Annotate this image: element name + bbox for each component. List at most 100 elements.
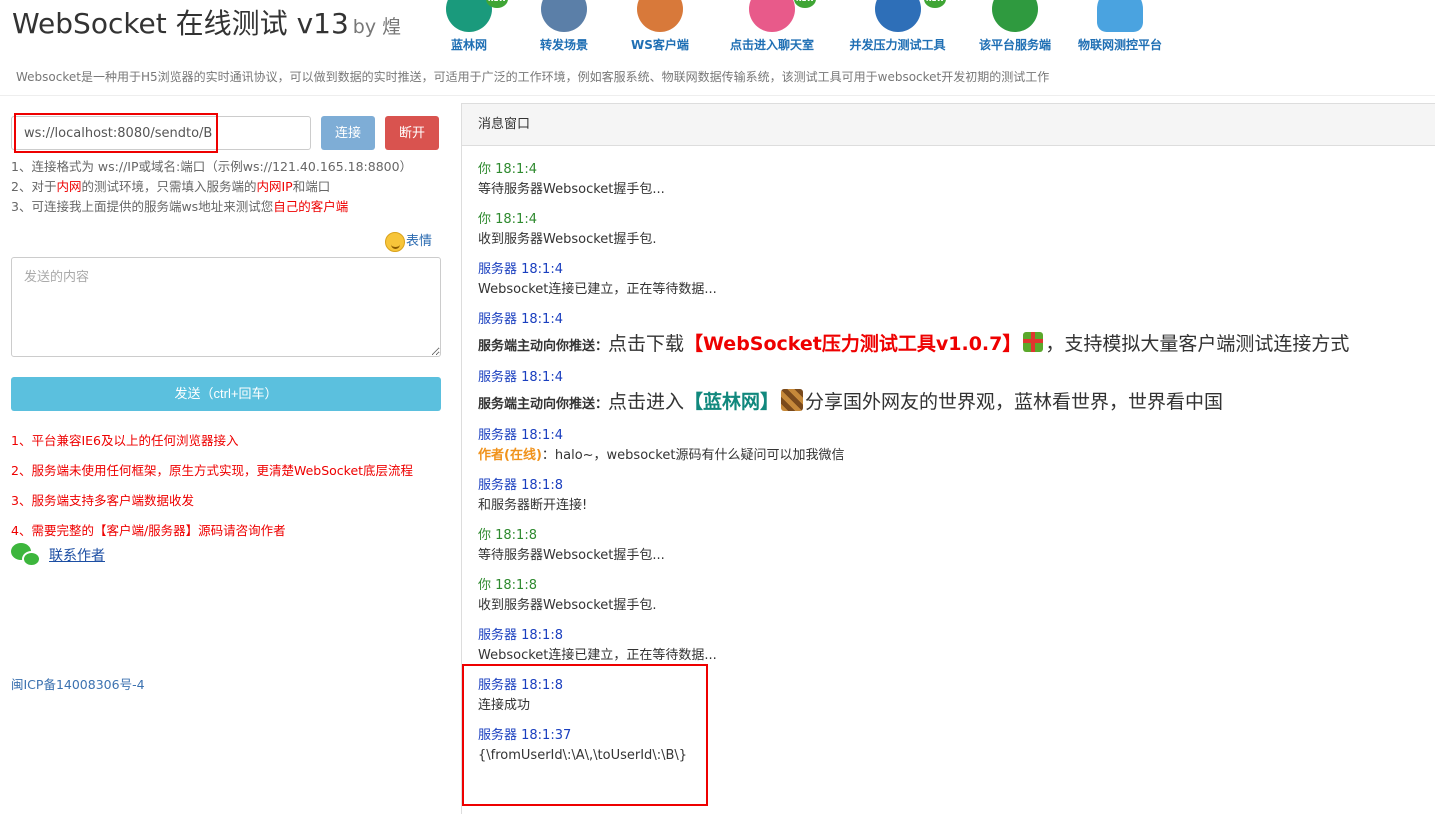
chat-user-icon: [749, 0, 795, 32]
message-panel: 消息窗口 你 18:1:4 等待服务器Websocket握手包... 你 18:…: [461, 103, 1435, 814]
message-item: 你 18:1:4 等待服务器Websocket握手包...: [478, 160, 1428, 210]
feature-notices: 1、平台兼容IE6及以上的任何浏览器接入 2、服务端未使用任何框架，原生方式实现…: [11, 426, 413, 546]
message-text: 服务端主动向你推送：点击进入【蓝林网】 分享国外网友的世界观，蓝林看世界，世界看中…: [478, 388, 1428, 419]
message-item: 服务器 18:1:37 {\fromUserId\:\A\,\toUserId\…: [478, 726, 1428, 776]
notice-item: 4、需要完整的【客户端/服务器】源码请咨询作者: [11, 523, 286, 538]
message-sender: 服务器 18:1:8: [478, 478, 563, 493]
message-sender: 服务器 18:1:4: [478, 312, 563, 327]
title-author: by 煌: [352, 16, 402, 38]
cloud-icon: [1097, 0, 1143, 32]
nav-chatroom[interactable]: NEW 点击进入聊天室: [722, 0, 822, 56]
message-sender: 服务器 18:1:4: [478, 262, 563, 277]
message-item: 服务器 18:1:4 作者(在线)：halo~，websocket源码有什么疑问…: [478, 426, 1428, 476]
globe-icon: [446, 0, 492, 32]
message-text: Websocket连接已建立，正在等待数据...: [478, 648, 717, 663]
push-text: 点击进入: [608, 391, 685, 413]
new-badge: NEW: [924, 0, 946, 8]
tip-text: 和端口: [292, 179, 331, 194]
emoji-label: 表情: [406, 234, 433, 249]
message-item: 服务器 18:1:8 连接成功: [478, 676, 1428, 726]
author-tag: 作者(在线): [478, 448, 542, 463]
tip-text: 2、对于: [11, 179, 57, 194]
message-text: 作者(在线)：halo~，websocket源码有什么疑问可以加我微信: [478, 446, 1428, 466]
tip-text: 的测试环境，只需填入服务端的: [81, 179, 257, 194]
send-button[interactable]: 发送（ctrl+回车）: [11, 377, 441, 411]
new-badge: NEW: [794, 0, 816, 8]
people-icon: [781, 389, 804, 411]
message-text: 等待服务器Websocket握手包...: [478, 548, 665, 563]
push-label: 服务端主动向你推送：: [478, 339, 609, 354]
download-tool-link[interactable]: 【WebSocket压力测试工具v1.0.7】: [684, 333, 1021, 355]
earth-icon: [992, 0, 1038, 32]
websocket-url-input[interactable]: [11, 116, 311, 150]
nav-label: 该平台服务端: [978, 38, 1052, 52]
contact-author-link[interactable]: 联系作者: [49, 548, 105, 564]
message-sender: 服务器 18:1:4: [478, 428, 563, 443]
connect-button[interactable]: 连接: [321, 116, 375, 150]
panel-title: 消息窗口: [462, 104, 1435, 146]
tip-highlight: 内网: [56, 179, 82, 194]
connection-tips: 1、连接格式为 ws://IP或域名:端口（示例ws://121.40.165.…: [11, 157, 412, 217]
nav-label: WS客户端: [631, 38, 689, 52]
message-text: 服务端主动向你推送：点击下载【WebSocket压力测试工具v1.0.7】 ，支持…: [478, 330, 1428, 361]
nav-label: 物联网测控平台: [1077, 38, 1163, 52]
message-list[interactable]: 你 18:1:4 等待服务器Websocket握手包... 你 18:1:4 收…: [478, 160, 1428, 776]
author-text: ：halo~，websocket源码有什么疑问可以加我微信: [541, 448, 845, 463]
speaker-icon: [637, 0, 683, 32]
nav-forward-scene[interactable]: 转发场景: [525, 0, 603, 56]
notice-item: 1、平台兼容IE6及以上的任何浏览器接入: [11, 433, 239, 448]
contact-author: 联系作者: [11, 543, 105, 569]
message-item: 服务器 18:1:8 Websocket连接已建立，正在等待数据...: [478, 626, 1428, 676]
message-text: 收到服务器Websocket握手包.: [478, 232, 657, 247]
message-text: 等待服务器Websocket握手包...: [478, 182, 665, 197]
nav-platform-server[interactable]: 该平台服务端: [970, 0, 1060, 56]
tip-highlight: 内网IP: [256, 179, 293, 194]
message-item: 服务器 18:1:8 和服务器断开连接!: [478, 476, 1428, 526]
notice-item: 3、服务端支持多客户端数据收发: [11, 493, 194, 508]
lanlin-link[interactable]: 【蓝林网】: [684, 391, 779, 413]
page-title: WebSocket 在线测试 v13 by 煌: [12, 2, 401, 42]
message-sender: 服务器 18:1:8: [478, 628, 563, 643]
site-description: Websocket是一种用于H5浏览器的实时通讯协议，可以做到数据的实时推送，可…: [16, 70, 1050, 84]
nav-ws-client[interactable]: WS客户端: [620, 0, 700, 56]
tip-2: 2、对于内网的测试环境，只需填入服务端的内网IP和端口: [11, 177, 412, 197]
push-text: ，支持模拟大量客户端测试连接方式: [1045, 333, 1350, 355]
message-text: 收到服务器Websocket握手包.: [478, 598, 657, 613]
message-item: 你 18:1:4 收到服务器Websocket握手包.: [478, 210, 1428, 260]
push-label: 服务端主动向你推送：: [478, 397, 609, 412]
tip-3: 3、可连接我上面提供的服务端ws地址来测试您自己的客户端: [11, 197, 412, 217]
nav-label: 蓝林网: [450, 38, 488, 52]
message-text: 连接成功: [478, 698, 531, 713]
nav-lanlin[interactable]: NEW 蓝林网: [430, 0, 508, 56]
message-text: Websocket连接已建立，正在等待数据...: [478, 282, 717, 297]
message-sender: 服务器 18:1:37: [478, 728, 572, 743]
message-text: {\fromUserId\:\A\,\toUserId\:\B\}: [478, 748, 688, 763]
message-item: 服务器 18:1:4 Websocket连接已建立，正在等待数据...: [478, 260, 1428, 310]
antenna-tower-icon: [541, 0, 587, 32]
tip-1: 1、连接格式为 ws://IP或域名:端口（示例ws://121.40.165.…: [11, 159, 413, 174]
wechat-icon: [11, 543, 43, 569]
message-sender: 你 18:1:8: [478, 578, 537, 593]
nav-iot-platform[interactable]: 物联网测控平台: [1070, 0, 1170, 56]
notice-item: 2、服务端未使用任何框架，原生方式实现，更清楚WebSocket底层流程: [11, 463, 414, 478]
emoji-button[interactable]: 表情: [385, 230, 432, 252]
pencil-ruler-icon: [874, 0, 921, 32]
nav-label: 转发场景: [539, 38, 589, 52]
title-text: WebSocket 在线测试 v13: [12, 7, 349, 40]
message-input[interactable]: [11, 257, 441, 357]
tip-text: 3、可连接我上面提供的服务端ws地址来测试您: [11, 199, 274, 214]
message-sender: 你 18:1:4: [478, 162, 537, 177]
nav-label: 点击进入聊天室: [729, 38, 815, 52]
message-item: 你 18:1:8 收到服务器Websocket握手包.: [478, 576, 1428, 626]
nav-stress-test[interactable]: NEW 并发压力测试工具: [840, 0, 955, 56]
nav-label: 并发压力测试工具: [849, 38, 946, 52]
icp-license[interactable]: 闽ICP备14008306号-4: [11, 674, 145, 693]
tip-highlight: 自己的客户端: [273, 199, 349, 214]
push-text: 分享国外网友的世界观，蓝林看世界，世界看中国: [805, 391, 1224, 413]
message-item: 你 18:1:8 等待服务器Websocket握手包...: [478, 526, 1428, 576]
message-item: 服务器 18:1:4 服务端主动向你推送：点击下载【WebSocket压力测试工…: [478, 310, 1428, 368]
disconnect-button[interactable]: 断开: [385, 116, 439, 150]
message-sender: 服务器 18:1:8: [478, 678, 563, 693]
gift-icon: [1023, 332, 1044, 352]
smiley-icon: [385, 231, 405, 252]
